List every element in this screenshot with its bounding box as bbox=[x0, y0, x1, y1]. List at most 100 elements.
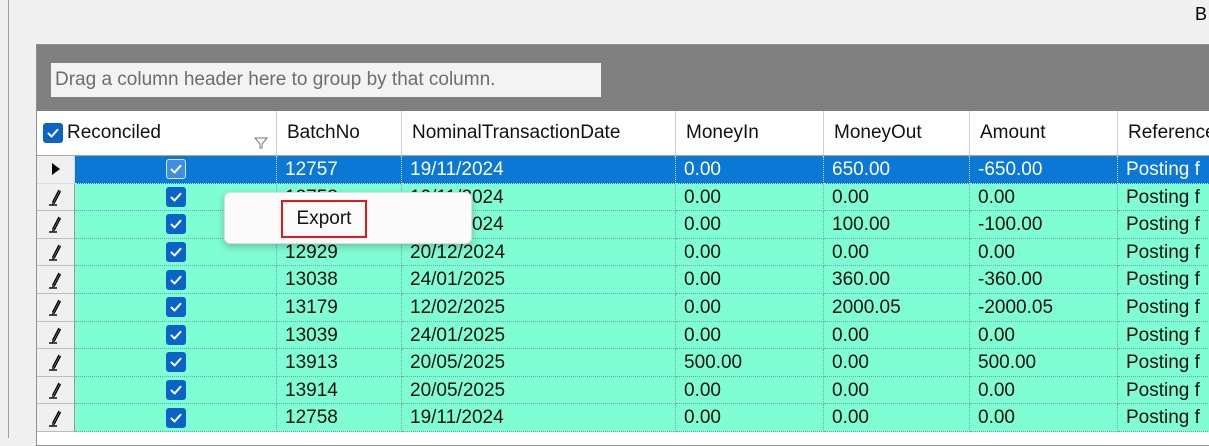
cell-amount[interactable]: -360.00 bbox=[970, 266, 1118, 294]
cell-amount[interactable]: -2000.05 bbox=[970, 293, 1118, 322]
cell-money_out[interactable]: 0.00 bbox=[824, 376, 970, 405]
cell-date[interactable]: 20/05/2025 bbox=[402, 349, 676, 377]
cell-money_out[interactable]: 360.00 bbox=[824, 266, 970, 294]
reconciled-checkbox[interactable] bbox=[165, 324, 186, 345]
pencil-icon[interactable] bbox=[37, 404, 75, 432]
cell-reference[interactable]: Posting f bbox=[1118, 183, 1209, 212]
cell-date[interactable]: 19/11/2024 bbox=[402, 404, 676, 432]
reconciled-checkbox[interactable] bbox=[165, 159, 186, 180]
table-row[interactable]: 1275819/11/20240.000.000.00Posting f bbox=[37, 183, 1209, 212]
export-menu-item[interactable]: Export bbox=[281, 200, 367, 238]
pencil-icon[interactable] bbox=[37, 266, 75, 294]
column-header-reconciled[interactable]: Reconciled bbox=[37, 111, 277, 155]
cell-money_out[interactable]: 2000.05 bbox=[824, 293, 970, 322]
cell-reference[interactable]: Posting f bbox=[1118, 266, 1209, 294]
cell-reference[interactable]: Posting f bbox=[1118, 349, 1209, 377]
reconciled-cell[interactable] bbox=[75, 349, 277, 377]
cell-date[interactable]: 20/05/2025 bbox=[402, 376, 676, 405]
cell-date[interactable]: 24/01/2025 bbox=[402, 266, 676, 294]
reconciled-checkbox[interactable] bbox=[165, 214, 186, 235]
cell-reference[interactable]: Posting f bbox=[1118, 211, 1209, 239]
pencil-icon[interactable] bbox=[37, 321, 75, 350]
pencil-icon[interactable] bbox=[37, 376, 75, 405]
cell-amount[interactable]: 0.00 bbox=[970, 238, 1118, 267]
reconciled-cell[interactable] bbox=[75, 404, 277, 432]
column-header-amount[interactable]: Amount bbox=[970, 111, 1118, 155]
cell-money_out[interactable]: 0.00 bbox=[824, 349, 970, 377]
cell-reference[interactable]: Posting f bbox=[1118, 376, 1209, 405]
table-row[interactable]: 12929 20/12/2024 0.00 0.00 0.00 Posting f bbox=[37, 238, 1209, 267]
cell-money_in[interactable]: 0.00 bbox=[676, 211, 824, 239]
reconciled-checkbox[interactable] bbox=[165, 380, 186, 401]
cell-amount[interactable]: 0.00 bbox=[970, 376, 1118, 405]
pencil-icon[interactable] bbox=[37, 238, 75, 267]
cell-date[interactable]: 12/02/2025 bbox=[402, 293, 676, 322]
cell-date[interactable]: 24/01/2025 bbox=[402, 321, 676, 350]
cell-money_in[interactable]: 0.00 bbox=[676, 238, 824, 267]
select-all-checkbox[interactable] bbox=[43, 123, 63, 143]
reconciled-checkbox[interactable] bbox=[165, 242, 186, 263]
cell-reference[interactable]: Posting f bbox=[1118, 321, 1209, 350]
cell-money_in[interactable]: 0.00 bbox=[676, 321, 824, 350]
cell-reference[interactable]: Posting f bbox=[1118, 293, 1209, 322]
cell-money_in[interactable]: 0.00 bbox=[676, 266, 824, 294]
cell-reference[interactable]: Posting f bbox=[1118, 238, 1209, 267]
cell-money_in[interactable]: 0.00 bbox=[676, 376, 824, 405]
table-row[interactable]: 13914 20/05/2025 0.00 0.00 0.00 Posting f bbox=[37, 376, 1209, 405]
cell-batchno[interactable]: 13039 bbox=[277, 321, 402, 350]
cell-amount[interactable]: 500.00 bbox=[970, 349, 1118, 377]
cell-reference[interactable]: Posting f bbox=[1118, 156, 1209, 184]
reconciled-cell[interactable] bbox=[75, 321, 277, 350]
reconciled-checkbox[interactable] bbox=[165, 407, 186, 428]
triangle-right-icon[interactable] bbox=[37, 156, 75, 184]
column-header-reference[interactable]: Reference bbox=[1118, 111, 1209, 155]
cell-amount[interactable]: 0.00 bbox=[970, 404, 1118, 432]
pencil-icon[interactable] bbox=[37, 349, 75, 377]
table-row[interactable]: 1275819/11/20240.000.000.00Posting f bbox=[37, 404, 1209, 432]
cell-reference[interactable]: Posting f bbox=[1118, 404, 1209, 432]
table-row[interactable]: 1275919/11/20240.00100.00-100.00Posting … bbox=[37, 211, 1209, 239]
cell-money_in[interactable]: 0.00 bbox=[676, 183, 824, 212]
reconciled-cell[interactable] bbox=[75, 266, 277, 294]
cell-batchno[interactable]: 12757 bbox=[277, 156, 402, 184]
table-row[interactable]: 13913 20/05/2025 500.00 0.00 500.00 Posting f bbox=[37, 349, 1209, 377]
table-row[interactable]: 13179 12/02/2025 0.00 2000.05 -2000.05 Postin… bbox=[37, 293, 1209, 322]
table-row[interactable]: 13038 24/01/2025 0.00 360.00 -360.00 Posting … bbox=[37, 266, 1209, 294]
filter-icon[interactable] bbox=[253, 123, 269, 149]
cell-amount[interactable]: 0.00 bbox=[970, 183, 1118, 212]
reconciled-checkbox[interactable] bbox=[165, 269, 186, 290]
reconciled-checkbox[interactable] bbox=[165, 186, 186, 207]
reconciled-cell[interactable] bbox=[75, 156, 277, 184]
column-header-money_out[interactable]: MoneyOut bbox=[824, 111, 970, 155]
cell-money_out[interactable]: 0.00 bbox=[824, 321, 970, 350]
reconciled-checkbox[interactable] bbox=[165, 297, 186, 318]
reconciled-cell[interactable] bbox=[75, 293, 277, 322]
cell-batchno[interactable]: 13913 bbox=[277, 349, 402, 377]
cell-money_out[interactable]: 650.00 bbox=[824, 156, 970, 184]
pencil-icon[interactable] bbox=[37, 293, 75, 322]
cell-money_out[interactable]: 0.00 bbox=[824, 404, 970, 432]
cell-amount[interactable]: 0.00 bbox=[970, 321, 1118, 350]
table-row[interactable]: 13039 24/01/2025 0.00 0.00 0.00 Posting f bbox=[37, 321, 1209, 350]
column-header-money_in[interactable]: MoneyIn bbox=[676, 111, 824, 155]
cell-amount[interactable]: -650.00 bbox=[970, 156, 1118, 184]
cell-money_in[interactable]: 0.00 bbox=[676, 293, 824, 322]
cell-amount[interactable]: -100.00 bbox=[970, 211, 1118, 239]
reconciled-cell[interactable] bbox=[75, 376, 277, 405]
cell-batchno[interactable]: 13179 bbox=[277, 293, 402, 322]
table-row[interactable]: 12757 19/11/2024 0.00 650.00 -650.00 Posting … bbox=[37, 156, 1209, 184]
cell-money_in[interactable]: 500.00 bbox=[676, 349, 824, 377]
cell-money_in[interactable]: 0.00 bbox=[676, 156, 824, 184]
column-header-batchno[interactable]: BatchNo bbox=[277, 111, 402, 155]
pencil-icon[interactable] bbox=[37, 183, 75, 212]
cell-money_in[interactable]: 0.00 bbox=[676, 404, 824, 432]
cell-batchno[interactable]: 13914 bbox=[277, 376, 402, 405]
cell-money_out[interactable]: 0.00 bbox=[824, 238, 970, 267]
cell-batchno[interactable]: 13038 bbox=[277, 266, 402, 294]
group-by-panel[interactable]: Drag a column header here to group by th… bbox=[37, 45, 1209, 111]
cell-money_out[interactable]: 100.00 bbox=[824, 211, 970, 239]
cell-date[interactable]: 19/11/2024 bbox=[402, 156, 676, 184]
reconciled-checkbox[interactable] bbox=[165, 352, 186, 373]
pencil-icon[interactable] bbox=[37, 211, 75, 239]
column-header-date[interactable]: NominalTransactionDate bbox=[402, 111, 676, 155]
